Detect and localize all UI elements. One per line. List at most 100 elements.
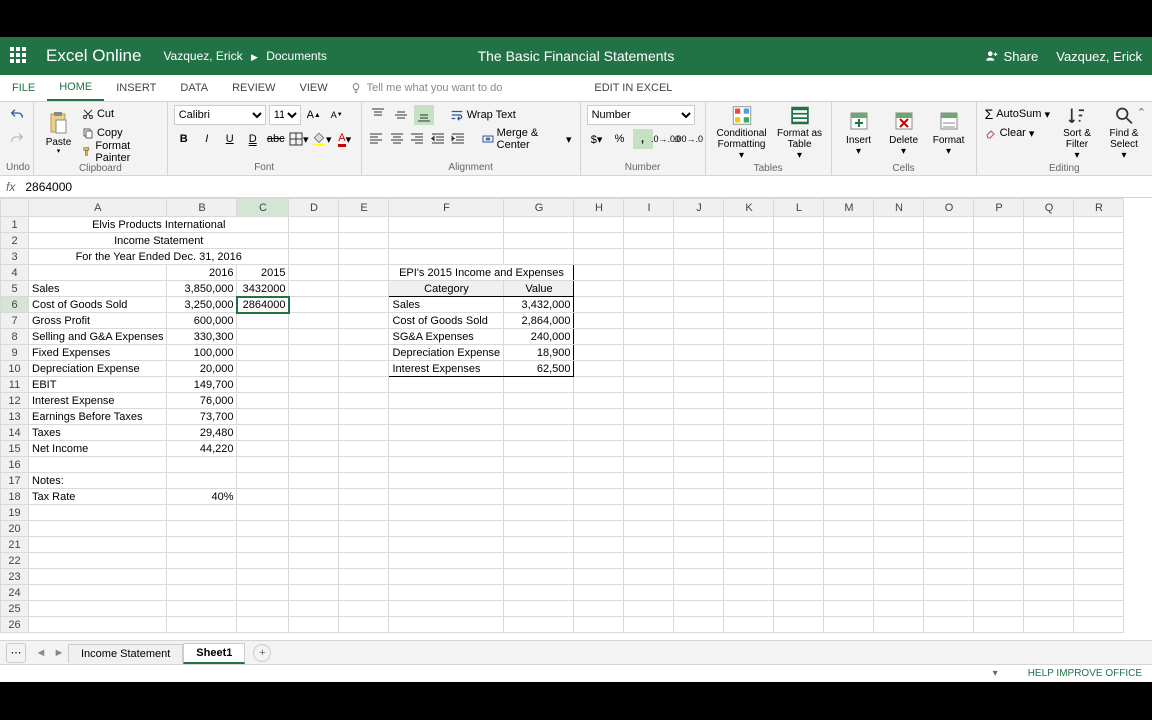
cell[interactable] <box>774 361 824 377</box>
sort-filter-button[interactable]: Sort & Filter ▾ <box>1055 105 1099 161</box>
conditional-formatting-button[interactable]: Conditional Formatting ▾ <box>712 105 772 161</box>
cell[interactable] <box>924 601 974 617</box>
cell[interactable] <box>389 233 504 249</box>
cell[interactable] <box>237 569 289 585</box>
cell[interactable] <box>1074 425 1124 441</box>
cell[interactable] <box>1074 377 1124 393</box>
cell[interactable] <box>974 217 1024 233</box>
cell[interactable] <box>339 233 389 249</box>
cell[interactable] <box>874 521 924 537</box>
cell[interactable] <box>624 441 674 457</box>
cell[interactable] <box>1074 217 1124 233</box>
cell[interactable] <box>674 377 724 393</box>
cell[interactable] <box>339 313 389 329</box>
cell[interactable] <box>574 489 624 505</box>
cell[interactable] <box>624 313 674 329</box>
cell[interactable] <box>504 249 574 265</box>
align-center-button[interactable] <box>388 129 405 149</box>
cell[interactable]: Notes: <box>29 473 167 489</box>
cell[interactable] <box>874 361 924 377</box>
cell[interactable] <box>874 617 924 633</box>
cell[interactable] <box>824 569 874 585</box>
col-header[interactable]: O <box>924 199 974 217</box>
shrink-font-button[interactable]: A▼ <box>327 105 347 125</box>
cell[interactable] <box>624 393 674 409</box>
cell[interactable]: Depreciation Expense <box>389 345 504 361</box>
cell[interactable] <box>1074 297 1124 313</box>
cell[interactable] <box>504 409 574 425</box>
col-header[interactable]: G <box>504 199 574 217</box>
cell[interactable] <box>339 617 389 633</box>
cell[interactable] <box>574 585 624 601</box>
cell[interactable]: Interest Expenses <box>389 361 504 377</box>
user-name[interactable]: Vazquez, Erick <box>1056 49 1142 64</box>
cell[interactable] <box>389 569 504 585</box>
cell[interactable] <box>1024 297 1074 313</box>
cell[interactable] <box>774 457 824 473</box>
col-header[interactable]: R <box>1074 199 1124 217</box>
row-header[interactable]: 8 <box>1 329 29 345</box>
cell[interactable] <box>574 217 624 233</box>
cell[interactable] <box>974 281 1024 297</box>
cell[interactable] <box>504 473 574 489</box>
cell[interactable] <box>339 537 389 553</box>
cell[interactable] <box>724 249 774 265</box>
cell[interactable] <box>289 585 339 601</box>
fill-color-button[interactable]: ▾ <box>312 129 332 149</box>
cell[interactable] <box>339 601 389 617</box>
cell[interactable] <box>1024 601 1074 617</box>
cell[interactable] <box>674 473 724 489</box>
cell[interactable] <box>289 473 339 489</box>
cell[interactable] <box>674 409 724 425</box>
cell[interactable] <box>339 425 389 441</box>
cell[interactable] <box>504 233 574 249</box>
cell[interactable] <box>774 553 824 569</box>
help-improve-link[interactable]: HELP IMPROVE OFFICE <box>1028 668 1142 679</box>
cell[interactable] <box>774 265 824 281</box>
cell[interactable] <box>974 377 1024 393</box>
cell[interactable] <box>504 585 574 601</box>
edit-in-excel-link[interactable]: EDIT IN EXCEL <box>582 75 684 101</box>
cell[interactable] <box>289 377 339 393</box>
cell[interactable]: Fixed Expenses <box>29 345 167 361</box>
cell[interactable] <box>774 473 824 489</box>
cell[interactable] <box>974 233 1024 249</box>
cell[interactable] <box>824 361 874 377</box>
row-header[interactable]: 5 <box>1 281 29 297</box>
cell[interactable] <box>774 521 824 537</box>
tell-me-search[interactable]: Tell me what you want to do <box>350 75 503 101</box>
grow-font-button[interactable]: A▲ <box>304 105 324 125</box>
cell[interactable] <box>167 473 237 489</box>
clear-button[interactable]: Clear ▾ <box>983 124 1052 142</box>
cell[interactable] <box>974 601 1024 617</box>
cell[interactable] <box>389 521 504 537</box>
cell[interactable] <box>289 233 339 249</box>
cell[interactable]: Category <box>389 281 504 297</box>
cell[interactable] <box>874 249 924 265</box>
cell[interactable] <box>624 473 674 489</box>
cell[interactable]: 73,700 <box>167 409 237 425</box>
cell[interactable] <box>237 505 289 521</box>
cell[interactable] <box>974 393 1024 409</box>
cell[interactable] <box>574 265 624 281</box>
cell[interactable] <box>339 249 389 265</box>
cell[interactable] <box>389 489 504 505</box>
row-header[interactable]: 18 <box>1 489 29 505</box>
cell[interactable]: Sales <box>29 281 167 297</box>
cell[interactable] <box>289 297 339 313</box>
cell[interactable] <box>824 617 874 633</box>
cell[interactable] <box>924 441 974 457</box>
cell[interactable] <box>574 233 624 249</box>
cell[interactable] <box>674 425 724 441</box>
cell[interactable] <box>824 393 874 409</box>
cell[interactable] <box>289 489 339 505</box>
cell[interactable] <box>674 297 724 313</box>
cell[interactable] <box>624 521 674 537</box>
cell[interactable] <box>624 329 674 345</box>
cell[interactable] <box>824 265 874 281</box>
cell[interactable] <box>1074 409 1124 425</box>
cell[interactable]: 3,850,000 <box>167 281 237 297</box>
cell[interactable] <box>974 297 1024 313</box>
cell[interactable] <box>1074 585 1124 601</box>
formula-value[interactable]: 2864000 <box>25 180 72 194</box>
